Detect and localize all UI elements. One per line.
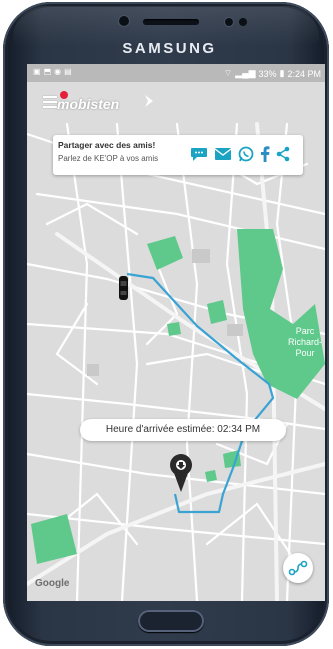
notification-icon: ▤ xyxy=(64,67,72,76)
notification-icon: ◉ xyxy=(54,67,62,76)
share-icon[interactable] xyxy=(276,146,290,162)
car-marker-icon xyxy=(119,276,128,300)
share-icon-row xyxy=(190,146,290,162)
app-screen: Parc Richard-Pour ▣ ⬒ ◉ ▤ ⌔ ▂▄▆ 33% ▮ 2:… xyxy=(27,64,325,601)
battery-percent: 33% xyxy=(258,68,277,79)
earpiece-speaker xyxy=(143,19,199,25)
light-sensor xyxy=(239,18,247,26)
share-title: Partager avec des amis! xyxy=(58,140,156,150)
app-header: mobisten xyxy=(27,82,325,124)
route-toggle-button[interactable] xyxy=(283,553,313,583)
device-brand: SAMSUNG xyxy=(122,40,217,57)
notification-icon: ⬒ xyxy=(43,67,52,76)
park-label-line1: Parc xyxy=(295,326,315,336)
app-logo: mobisten xyxy=(57,96,120,112)
whatsapp-icon[interactable] xyxy=(238,146,254,162)
front-camera xyxy=(119,16,129,26)
sms-icon[interactable] xyxy=(190,146,208,162)
park-label: Parc Richard-Pour xyxy=(285,326,325,359)
facebook-icon[interactable] xyxy=(260,146,270,162)
google-attribution: Google xyxy=(35,578,70,589)
share-card: Partager avec des amis! Parlez de KE'OP … xyxy=(53,135,303,175)
clock: 2:24 PM xyxy=(287,68,321,79)
route-icon xyxy=(288,560,308,576)
wifi-icon: ⌔ xyxy=(223,68,233,78)
logo-arrow-icon xyxy=(145,95,153,107)
park-label-line2: Richard-Pour xyxy=(287,337,322,358)
battery-icon: ▮ xyxy=(279,68,285,78)
status-bar: ▣ ⬒ ◉ ▤ ⌔ ▂▄▆ 33% ▮ 2:24 PM xyxy=(27,64,325,82)
eta-pill: Heure d'arrivée estimée: 02:34 PM xyxy=(80,419,286,441)
share-subtitle: Parlez de KE'OP à vos amis xyxy=(58,154,159,163)
email-icon[interactable] xyxy=(214,147,232,161)
notification-icon: ▣ xyxy=(33,67,41,76)
home-button[interactable] xyxy=(138,610,204,632)
proximity-sensor xyxy=(225,18,233,26)
signal-icon: ▂▄▆ xyxy=(235,68,256,78)
hamburger-menu-icon[interactable] xyxy=(43,96,57,108)
